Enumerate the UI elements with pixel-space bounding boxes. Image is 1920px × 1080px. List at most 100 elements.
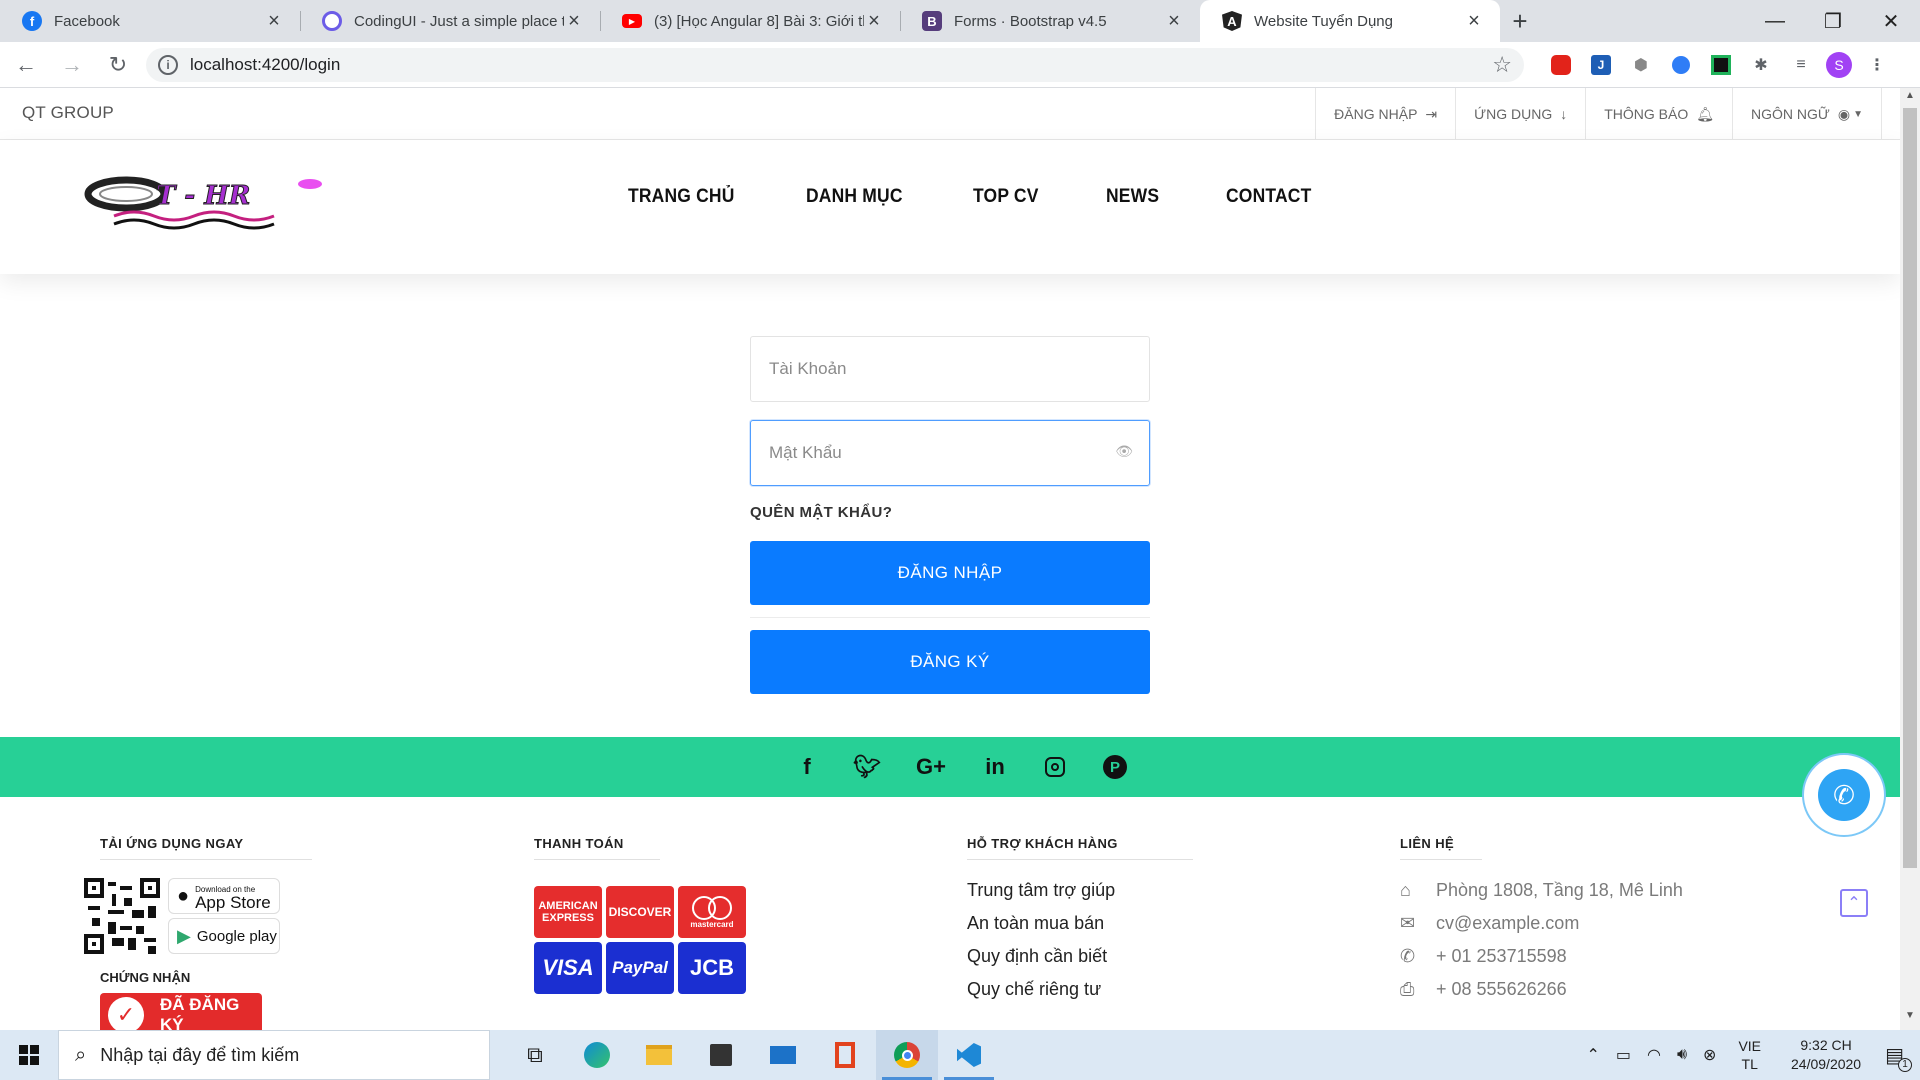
- new-tab-button[interactable]: +: [1500, 0, 1540, 42]
- support-link-regulations[interactable]: Quy định cần biết: [967, 946, 1193, 967]
- cert-title: CHỨNG NHẬN: [100, 970, 191, 985]
- close-tab-icon[interactable]: ×: [1464, 10, 1484, 33]
- close-tab-icon[interactable]: ×: [1164, 10, 1184, 33]
- nav-categories[interactable]: DANH MỤC: [806, 186, 903, 208]
- tab-website-tuyen-dung[interactable]: A Website Tuyển Dụng ×: [1200, 0, 1500, 42]
- angular-icon: A: [1222, 11, 1242, 31]
- taskbar-search[interactable]: ⌕ Nhập tại đây để tìm kiếm: [58, 1030, 490, 1080]
- task-view-icon[interactable]: ⧉: [504, 1030, 566, 1080]
- pinterest-icon[interactable]: P: [1101, 753, 1129, 781]
- scrollbar-thumb[interactable]: [1903, 108, 1917, 868]
- call-button[interactable]: ✆: [1802, 753, 1886, 837]
- contact-email[interactable]: ✉ cv@example.com: [1400, 913, 1683, 934]
- nav-top-cv[interactable]: TOP CV: [973, 186, 1039, 208]
- green-extension-icon[interactable]: [1706, 50, 1736, 80]
- close-window-icon[interactable]: ✕: [1862, 0, 1920, 42]
- top-menu-notifications-label: THÔNG BÁO: [1604, 106, 1689, 122]
- blue-extension-icon[interactable]: [1666, 50, 1696, 80]
- network-off-icon[interactable]: ⊗: [1703, 1045, 1716, 1065]
- support-link-help-center[interactable]: Trung tâm trợ giúp: [967, 880, 1193, 901]
- back-icon[interactable]: ←: [6, 45, 46, 85]
- amex-label: AMERICAN EXPRESS: [538, 900, 598, 924]
- login-button[interactable]: ĐĂNG NHẬP: [750, 541, 1150, 605]
- support-link-privacy[interactable]: Quy chế riêng tư: [967, 979, 1193, 1000]
- twitter-icon[interactable]: 🐦︎: [853, 753, 881, 781]
- wifi-icon[interactable]: ◠: [1647, 1045, 1661, 1065]
- battery-icon[interactable]: ▭: [1616, 1045, 1631, 1065]
- jcb-label: JCB: [689, 955, 734, 980]
- chevron-up-icon: ⌃: [1847, 895, 1861, 912]
- forgot-password-link[interactable]: QUÊN MẬT KHẨU?: [750, 504, 1150, 521]
- top-menu-apps[interactable]: ỨNG DỤNG ↓: [1455, 88, 1585, 140]
- tab-youtube[interactable]: ▶ (3) [Học Angular 8] Bài 3: Giới thi ×: [600, 0, 900, 42]
- tab-bootstrap[interactable]: B Forms · Bootstrap v4.5 ×: [900, 0, 1200, 42]
- volume-icon[interactable]: 🔊︎: [1677, 1046, 1687, 1064]
- close-tab-icon[interactable]: ×: [564, 10, 584, 33]
- divider: [750, 617, 1150, 618]
- url-text[interactable]: localhost:4200/login: [190, 55, 1492, 75]
- lang-line2: TL: [1741, 1056, 1758, 1072]
- top-menu-notifications[interactable]: THÔNG BÁO 🔔︎: [1585, 88, 1732, 140]
- tab-title: Website Tuyển Dụng: [1254, 12, 1393, 30]
- file-explorer-icon[interactable]: [628, 1030, 690, 1080]
- edge-icon[interactable]: [566, 1030, 628, 1080]
- username-input[interactable]: Tài Khoản: [750, 336, 1150, 402]
- close-tab-icon[interactable]: ×: [264, 10, 284, 33]
- google-plus-icon[interactable]: G+: [913, 753, 949, 781]
- jira-extension-icon[interactable]: J: [1586, 50, 1616, 80]
- office-icon[interactable]: [814, 1030, 876, 1080]
- site-info-icon[interactable]: i: [158, 54, 178, 75]
- search-icon: ⌕: [75, 1043, 87, 1066]
- top-menu: ĐĂNG NHẬP ⇥ ỨNG DỤNG ↓ THÔNG BÁO 🔔︎ NGÔN…: [1315, 88, 1882, 140]
- page-scrollbar[interactable]: ▲ ▼: [1900, 88, 1920, 1030]
- scroll-down-arrow-icon[interactable]: ▼: [1900, 1010, 1920, 1028]
- clock-date: 24/09/2020: [1791, 1056, 1862, 1072]
- windows-start-icon[interactable]: [0, 1030, 58, 1080]
- mastercard-card: mastercard: [678, 886, 746, 938]
- phone-call-icon: ✆: [1818, 769, 1870, 821]
- back-to-top-button[interactable]: ⌃: [1840, 889, 1868, 917]
- instagram-icon[interactable]: [1041, 753, 1069, 781]
- profile-avatar[interactable]: S: [1826, 51, 1852, 78]
- address-bar[interactable]: i localhost:4200/login ☆: [146, 47, 1524, 82]
- register-button[interactable]: ĐĂNG KÝ: [750, 630, 1150, 694]
- eye-icon[interactable]: 👁︎: [1115, 443, 1133, 460]
- media-control-icon[interactable]: ≡: [1786, 50, 1816, 80]
- taskbar-clock[interactable]: 9:32 CH 24/09/2020: [1791, 1036, 1861, 1074]
- facebook-icon[interactable]: f: [793, 753, 821, 781]
- site-logo[interactable]: T - HR: [84, 170, 324, 232]
- top-menu-language[interactable]: NGÔN NGỮ ◉ ▼: [1732, 88, 1882, 140]
- qr-code-image: [84, 878, 160, 954]
- chrome-menu-icon[interactable]: ⋮: [1862, 50, 1892, 80]
- password-input[interactable]: Mật Khẩu 👁︎: [750, 420, 1150, 486]
- support-link-safe-trading[interactable]: An toàn mua bán: [967, 913, 1193, 934]
- nav-news[interactable]: NEWS: [1106, 186, 1159, 208]
- action-center-icon[interactable]: ▤ 1: [1885, 1043, 1912, 1072]
- tab-facebook[interactable]: f Facebook ×: [0, 0, 300, 42]
- google-play-badge[interactable]: ▶ Google play: [168, 918, 280, 954]
- vscode-icon[interactable]: [938, 1030, 1000, 1080]
- input-language[interactable]: VIE TL: [1738, 1037, 1761, 1073]
- maximize-icon[interactable]: ❐: [1804, 0, 1862, 42]
- top-menu-login[interactable]: ĐĂNG NHẬP ⇥: [1315, 88, 1455, 140]
- reload-icon[interactable]: ↻: [98, 45, 138, 85]
- app-store-badge[interactable]: ● Download on the App Store: [168, 878, 280, 914]
- forward-icon[interactable]: →: [52, 45, 92, 85]
- minimize-icon[interactable]: —: [1746, 0, 1804, 42]
- chevron-up-icon[interactable]: ⌃: [1586, 1045, 1599, 1065]
- tab-codingui[interactable]: CodingUI - Just a simple place to ×: [300, 0, 600, 42]
- adblock-extension-icon[interactable]: [1546, 50, 1576, 80]
- site-brand: QT GROUP: [22, 103, 114, 122]
- bookmark-star-icon[interactable]: ☆: [1492, 52, 1512, 78]
- mail-icon[interactable]: [752, 1030, 814, 1080]
- nav-contact[interactable]: CONTACT: [1226, 186, 1311, 208]
- cube-extension-icon[interactable]: ⬢: [1626, 50, 1656, 80]
- store-icon[interactable]: [690, 1030, 752, 1080]
- close-tab-icon[interactable]: ×: [864, 10, 884, 33]
- puzzle-extensions-icon[interactable]: ✱: [1746, 50, 1776, 80]
- scroll-up-arrow-icon[interactable]: ▲: [1900, 90, 1920, 108]
- chrome-icon[interactable]: [876, 1030, 938, 1080]
- nav-home[interactable]: TRANG CHỦ: [628, 186, 735, 208]
- contact-phone[interactable]: ✆ + 01 253715598: [1400, 946, 1683, 967]
- linkedin-icon[interactable]: in: [981, 753, 1009, 781]
